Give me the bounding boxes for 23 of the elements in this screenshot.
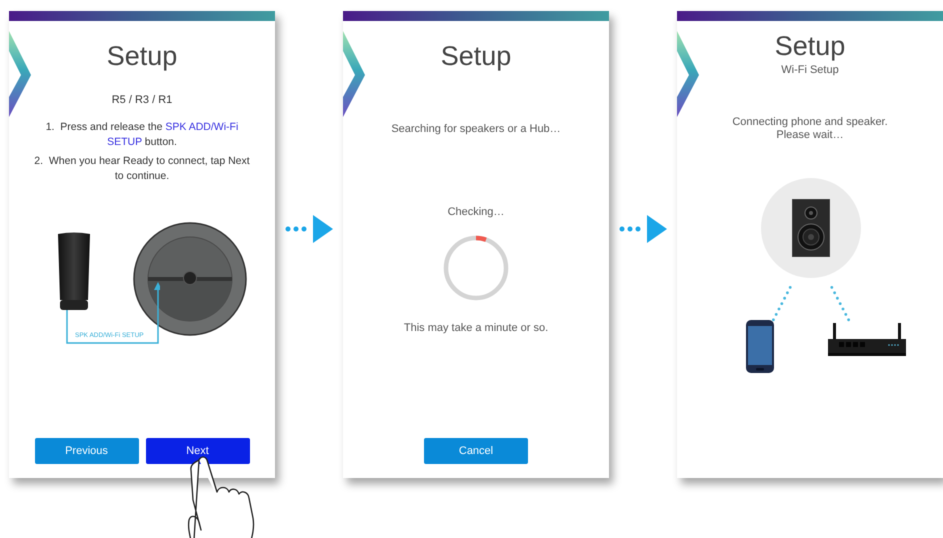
- speaker-icon: [792, 199, 830, 257]
- action-button[interactable]: Cancel: [424, 438, 528, 464]
- dotted-arrow-icon: [619, 215, 667, 243]
- instruction-step: 1. Press and release the SPK ADD/Wi-Fi SETUP button.: [29, 120, 255, 150]
- instruction-step: 2. When you hear Ready to connect, tap Next to continue.: [29, 154, 255, 184]
- action-button[interactable]: Next: [146, 438, 250, 464]
- chevron-logo-icon: [9, 31, 31, 117]
- checking-label: Checking…: [448, 206, 504, 218]
- screen-subtitle: Wi-Fi Setup: [781, 64, 839, 76]
- router-icon: [828, 323, 906, 357]
- chevron-logo-icon: [343, 31, 365, 117]
- hint-text: This may take a minute or so.: [404, 322, 548, 334]
- screen-title: Setup: [774, 31, 846, 62]
- screen-title: Setup: [440, 41, 512, 72]
- action-button[interactable]: Previous: [34, 438, 138, 464]
- smartphone-icon: [746, 320, 774, 373]
- status-text: Searching for speakers or a Hub…: [391, 123, 561, 135]
- model-label: R5 / R3 / R1: [112, 94, 172, 106]
- dotted-arrow-icon: [285, 215, 333, 243]
- chevron-logo-icon: [677, 31, 699, 117]
- screen-title: Setup: [106, 41, 178, 72]
- status-text: Connecting phone and speaker. Please wait…: [732, 116, 888, 142]
- loading-spinner-icon: [442, 234, 510, 302]
